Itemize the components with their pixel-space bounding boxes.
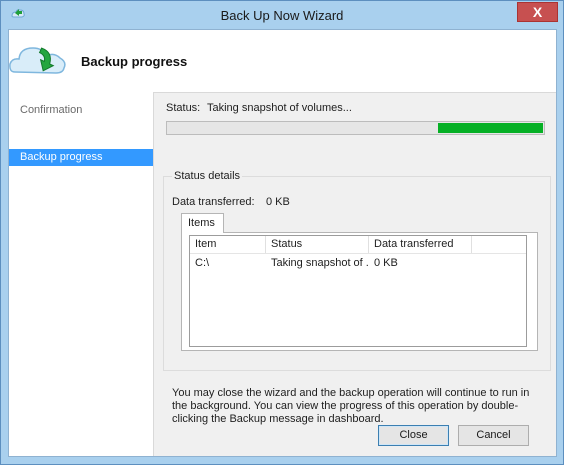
backup-progress-bar [166, 121, 545, 135]
list-header: Item Status Data transferred [190, 236, 526, 254]
column-header-data-transferred[interactable]: Data transferred [369, 236, 472, 253]
info-note: You may close the wizard and the backup … [172, 387, 530, 425]
status-label: Status: [166, 102, 201, 114]
row-status-cell: Taking snapshot of ... [271, 257, 369, 269]
column-header-filler [472, 236, 526, 253]
page-title: Backup progress [81, 54, 188, 69]
column-header-status[interactable]: Status [266, 236, 369, 253]
status-value: Taking snapshot of volumes... [207, 102, 352, 114]
status-details-legend: Status details [172, 170, 243, 182]
main-panel: Status: Taking snapshot of volumes... St… [154, 92, 556, 456]
progress-bar-fill [438, 123, 543, 133]
wizard-window: Back Up Now Wizard X Backup progress Con… [0, 0, 564, 465]
data-transferred-label: Data transferred: [172, 196, 255, 208]
data-transferred-value: 0 KB [266, 196, 290, 208]
nav-item-confirmation[interactable]: Confirmation [9, 102, 153, 119]
items-list-view[interactable]: Item Status Data transferred C:\ Taking … [189, 235, 527, 347]
close-button[interactable]: Close [378, 425, 449, 446]
column-header-item[interactable]: Item [190, 236, 266, 253]
title-bar[interactable]: Back Up Now Wizard X [1, 1, 563, 29]
tab-items[interactable]: Items [181, 213, 224, 233]
nav-item-backup-progress[interactable]: Backup progress [9, 149, 153, 166]
row-data-transferred-cell: 0 KB [374, 257, 398, 269]
wizard-body: Backup progress Confirmation Backup prog… [8, 29, 557, 457]
cloud-backup-icon [9, 47, 66, 74]
window-close-button[interactable]: X [517, 2, 558, 22]
wizard-steps-nav: Confirmation Backup progress [9, 92, 154, 456]
row-item-cell: C:\ [195, 257, 210, 269]
wizard-header: Backup progress [9, 30, 556, 93]
cancel-button[interactable]: Cancel [458, 425, 529, 446]
window-title: Back Up Now Wizard [220, 8, 344, 23]
